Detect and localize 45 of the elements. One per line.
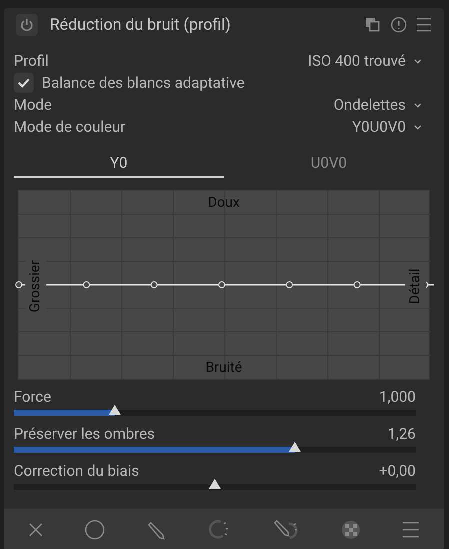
power-button[interactable]	[16, 14, 38, 36]
dropdown[interactable]: Mode Ondelettes	[14, 94, 434, 116]
graph-top-label: Doux	[208, 194, 240, 213]
menu-icon[interactable]	[402, 521, 420, 539]
dropdown-label: Mode de couleur	[14, 116, 126, 138]
close-icon[interactable]	[28, 522, 44, 538]
copy-icon[interactable]	[364, 16, 382, 34]
dropdown-value: Ondelettes	[334, 94, 406, 116]
checkmark-icon	[18, 78, 30, 88]
dropdown-label: Mode	[14, 94, 52, 116]
chevron-icon	[414, 124, 422, 130]
slider-thumb[interactable]	[209, 479, 221, 489]
slider-label: Force	[14, 387, 52, 406]
slider-thumb[interactable]	[289, 442, 302, 452]
circle-icon[interactable]	[85, 520, 105, 540]
pencil-arc-icon[interactable]	[272, 520, 300, 540]
chevron-icon	[414, 58, 422, 64]
chevron-icon	[414, 102, 422, 108]
dropdown[interactable]: Profil ISO 400 trouvé	[14, 50, 434, 72]
slider-thumb[interactable]	[108, 405, 120, 415]
graph-left-label: Grossier	[26, 258, 46, 314]
tab[interactable]: U0V0	[224, 150, 434, 178]
dropdown-value: ISO 400 trouvé	[308, 50, 406, 72]
menu-icon[interactable]	[416, 17, 432, 33]
tab[interactable]: Y0	[14, 150, 224, 178]
slider[interactable]	[14, 441, 416, 453]
module-title: Réduction du bruit (profil)	[50, 14, 232, 36]
slider-label: Correction du biais	[14, 461, 140, 480]
pencil-icon[interactable]	[146, 520, 166, 540]
dropdown-label: Profil	[14, 50, 49, 72]
slider-label: Préserver les ombres	[14, 424, 156, 443]
slider-value: 1,26	[388, 424, 416, 443]
dropdown[interactable]: Mode de couleur Y0U0V0	[14, 116, 434, 138]
graph-bottom-label: Bruité	[206, 359, 242, 378]
slider-value: 1,000	[379, 387, 416, 406]
checkbox-label: Balance des blancs adaptative	[42, 72, 245, 94]
slider[interactable]	[14, 404, 416, 416]
dotted-arc-icon[interactable]	[207, 520, 231, 540]
checkbox[interactable]	[14, 73, 34, 93]
power-icon	[20, 18, 34, 32]
checkerboard-icon[interactable]	[341, 520, 361, 540]
info-icon[interactable]	[390, 16, 408, 34]
dropdown-value: Y0U0V0	[352, 116, 406, 138]
slider[interactable]	[14, 478, 416, 490]
slider-value: +0,00	[379, 461, 416, 480]
